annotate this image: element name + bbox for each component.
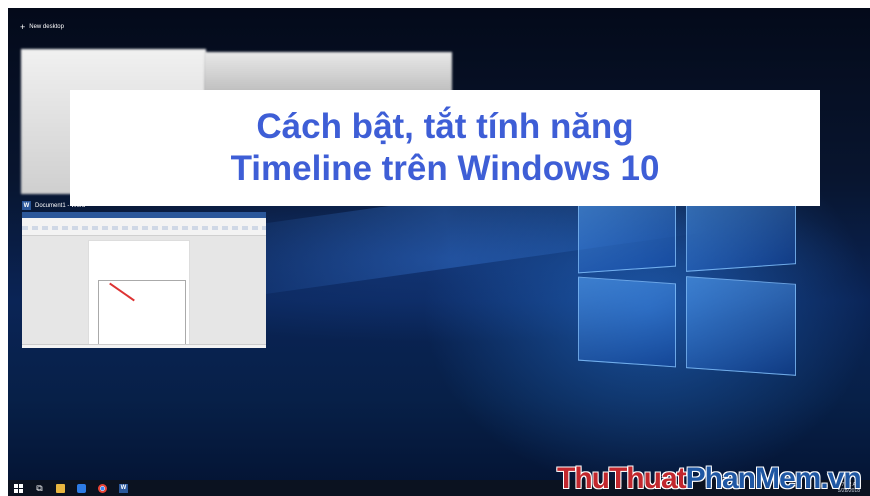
new-desktop-button[interactable]: + New desktop [20,22,64,32]
word-document-area [22,236,266,348]
windows-logo-wallpaper [578,176,808,378]
banner-title-line1: Cách bật, tắt tính năng [256,107,634,146]
banner-title-line2: Timeline trên Windows 10 [230,149,660,188]
window-thumbnail-blurred-2[interactable] [204,52,452,92]
chrome-icon[interactable] [98,483,107,493]
word-window-thumbnail[interactable] [22,212,266,348]
store-icon[interactable] [77,483,86,493]
word-ribbon [22,218,266,236]
settings-dialog-thumbnail [98,280,186,348]
windows-start-icon[interactable] [14,483,23,493]
watermark-part3: .vn [820,462,861,495]
new-desktop-label: New desktop [29,24,64,30]
plus-icon: + [20,22,26,32]
task-view-icon[interactable]: ⧉ [35,483,44,493]
site-watermark: ThuThuatPhanMem.vn [557,462,862,496]
title-banner: Cách bật, tắt tính năng Timeline trên Wi… [70,90,820,206]
watermark-part2: PhanMem [685,462,822,495]
word-icon: W [22,201,31,210]
file-explorer-icon[interactable] [56,483,65,493]
red-arrow-icon [109,282,135,302]
word-taskbar-icon[interactable]: W [119,483,128,493]
watermark-part1: ThuThuat [557,462,687,495]
word-status-bar [22,344,266,348]
